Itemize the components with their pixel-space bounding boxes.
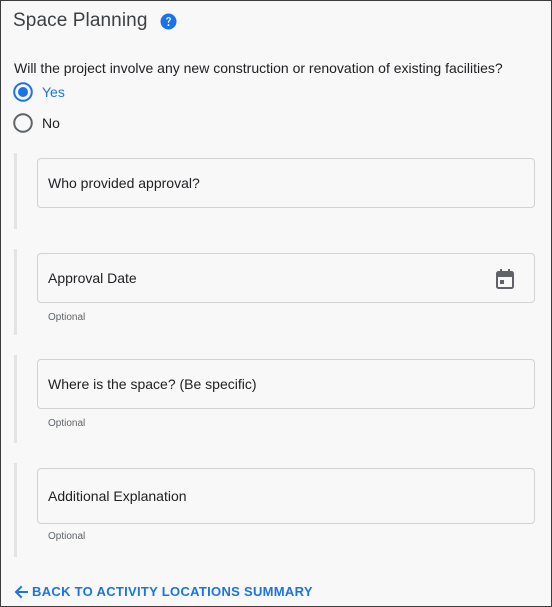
field-group-divider [14,355,17,443]
additional-explanation-hint: Optional [48,531,86,542]
radio-label-yes: Yes [42,84,65,100]
help-circle-icon[interactable] [160,13,177,30]
construction-question: Will the project involve any new constru… [14,60,503,76]
additional-explanation-label: Additional Explanation [48,488,187,504]
calendar-icon[interactable] [495,268,515,290]
radio-label-no: No [42,115,60,131]
space-planning-panel: Space Planning Will the project involve … [0,0,552,607]
arrow-left-icon [14,585,28,599]
approval-provider-label: Who provided approval? [48,175,200,191]
field-group-divider [14,249,17,335]
space-location-hint: Optional [48,418,86,429]
approval-date-field[interactable]: Approval Date [37,253,535,303]
radio-unselected-icon[interactable] [13,113,33,133]
additional-explanation-field[interactable]: Additional Explanation [37,468,535,524]
radio-selected-icon[interactable] [13,82,33,102]
space-location-field[interactable]: Where is the space? (Be specific) [37,359,535,409]
section-title: Space Planning [13,10,148,31]
space-location-label: Where is the space? (Be specific) [48,376,257,392]
section-header: Space Planning [13,10,177,32]
approval-date-label: Approval Date [48,270,137,286]
field-group-divider [14,463,17,557]
back-to-summary-link[interactable]: BACK TO ACTIVITY LOCATIONS SUMMARY [14,584,313,599]
approval-date-hint: Optional [48,312,86,323]
approval-provider-field[interactable]: Who provided approval? [37,158,535,208]
radio-option-no[interactable]: No [13,113,60,133]
field-group-divider [14,153,17,229]
radio-option-yes[interactable]: Yes [13,82,65,102]
back-to-summary-label: BACK TO ACTIVITY LOCATIONS SUMMARY [32,584,313,599]
